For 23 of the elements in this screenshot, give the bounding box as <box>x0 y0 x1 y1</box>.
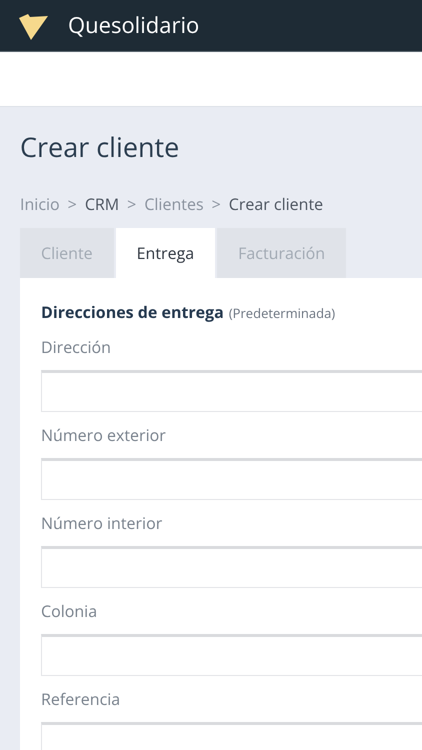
breadcrumb-item[interactable]: > <box>127 196 136 212</box>
tab[interactable]: Cliente <box>20 228 114 278</box>
breadcrumb-item[interactable]: Clientes <box>144 196 204 212</box>
tab[interactable]: Entrega <box>116 228 216 278</box>
section-title: Direcciones de entrega <box>41 300 224 324</box>
section-note: (Predeterminada) <box>228 304 336 324</box>
page-title: Crear cliente <box>20 133 180 160</box>
breadcrumb-item[interactable]: Crear cliente <box>228 196 324 212</box>
field-label: Número interior <box>41 512 164 534</box>
input-field[interactable] <box>41 458 422 500</box>
breadcrumb-item[interactable]: Inicio <box>20 196 60 212</box>
field-label: Colonia <box>41 600 98 622</box>
field-label: Dirección <box>41 336 112 358</box>
input-field[interactable] <box>41 370 422 412</box>
tab[interactable]: Facturación <box>217 228 346 278</box>
app-title: Quesolidario <box>68 9 200 42</box>
breadcrumb-item[interactable]: CRM <box>84 196 120 212</box>
breadcrumb-item[interactable]: > <box>212 196 221 212</box>
input-field[interactable] <box>41 546 422 588</box>
breadcrumb-item[interactable]: > <box>68 196 77 212</box>
field-label: Número exterior <box>41 424 167 446</box>
input-field[interactable] <box>41 634 422 676</box>
field-label: Referencia <box>41 688 122 710</box>
